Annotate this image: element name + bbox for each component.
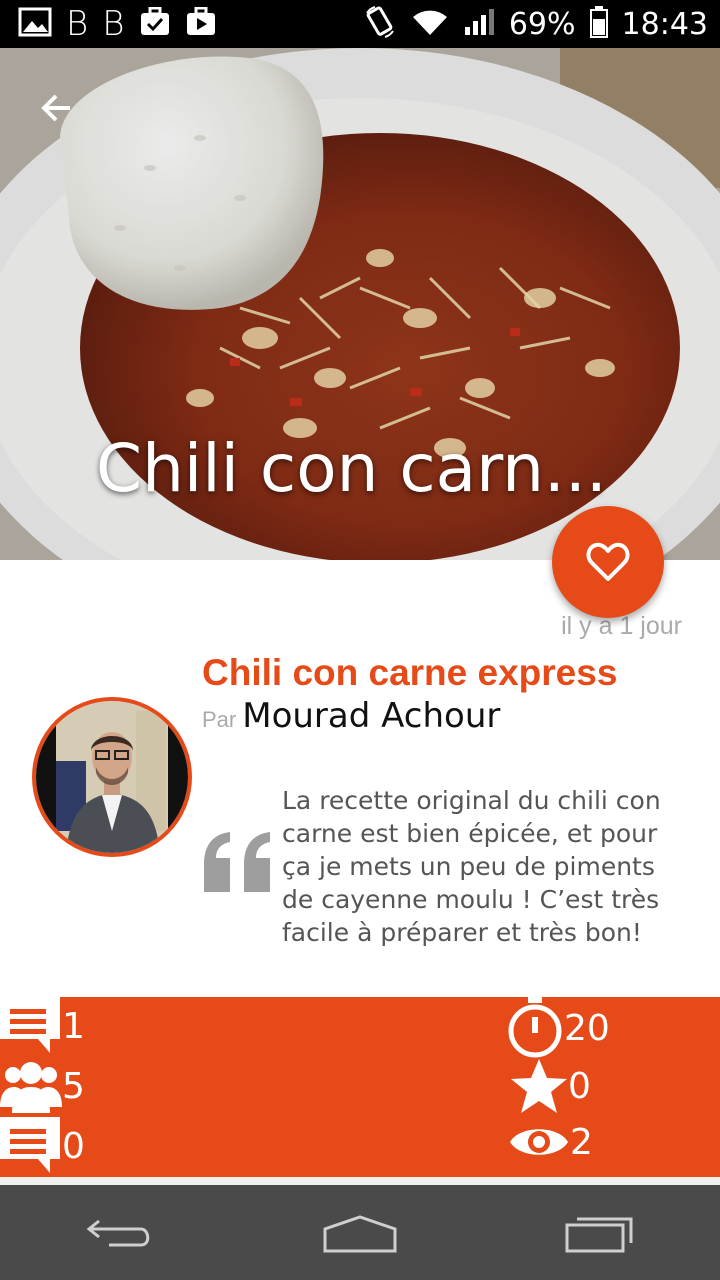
people-count: 5 <box>62 1065 85 1107</box>
battery-icon <box>589 5 608 43</box>
comments-stat[interactable]: 1 <box>0 997 85 1055</box>
status-bar: B B 69% 18:43 <box>0 0 720 48</box>
b-icon: B <box>66 4 89 44</box>
time-stat: 20 <box>506 997 610 1059</box>
publish-time: il y a 1 jour <box>561 612 682 640</box>
notes-stat[interactable]: 0 <box>0 1117 85 1175</box>
star-icon <box>511 1059 567 1113</box>
recipe-title: Chili con carne express <box>202 652 618 693</box>
home-icon <box>323 1214 397 1252</box>
back-button[interactable] <box>28 80 84 136</box>
quote-icon <box>200 828 276 894</box>
nav-recents-button[interactable] <box>540 1193 660 1273</box>
stats-panel: 1 5 0 20 0 2 <box>0 997 720 1177</box>
divider <box>0 1177 720 1185</box>
hero-title: Chili con carn... <box>96 430 607 507</box>
favorite-button[interactable] <box>552 506 664 618</box>
people-stat[interactable]: 5 <box>0 1057 85 1115</box>
avatar-photo <box>36 701 188 853</box>
recents-icon <box>565 1217 633 1252</box>
by-label: Par <box>202 707 237 732</box>
author-avatar[interactable] <box>32 697 192 857</box>
system-nav-bar <box>0 1185 720 1280</box>
prep-time: 20 <box>564 1007 610 1049</box>
views-stat: 2 <box>508 1117 593 1167</box>
nav-home-button[interactable] <box>300 1193 420 1273</box>
rating-stat[interactable]: 0 <box>510 1057 591 1115</box>
comments-count: 1 <box>62 1005 85 1047</box>
rating-count: 0 <box>568 1065 591 1107</box>
author-name[interactable]: Mourad Achour <box>242 696 500 736</box>
timer-icon <box>508 997 562 1058</box>
views-count: 2 <box>570 1121 593 1163</box>
group-icon <box>0 1062 62 1113</box>
back-icon <box>86 1219 150 1246</box>
notes-count: 0 <box>62 1125 85 1167</box>
author-byline: Par Mourad Achour <box>202 696 500 736</box>
notes-icon <box>0 1117 60 1173</box>
arrow-left-icon <box>41 94 70 122</box>
b-icon: B <box>102 4 125 44</box>
recipe-screen: B B 69% 18:43 Chili con carn... il y a 1… <box>0 0 720 1280</box>
play-store-icon <box>185 6 217 42</box>
recipe-hero-image: Chili con carn... <box>0 48 720 560</box>
nav-back-button[interactable] <box>60 1193 180 1273</box>
briefcase-check-icon <box>139 6 171 42</box>
recipe-description: La recette original du chili con carne e… <box>282 786 661 947</box>
image-icon <box>18 7 52 42</box>
comment-icon <box>0 997 60 1053</box>
rotation-icon <box>363 5 397 44</box>
eye-icon <box>510 1129 568 1155</box>
wifi-icon <box>411 7 449 42</box>
battery-percent: 69% <box>508 6 576 42</box>
signal-icon <box>463 7 495 42</box>
clock: 18:43 <box>621 6 708 42</box>
heart-icon <box>586 542 630 581</box>
